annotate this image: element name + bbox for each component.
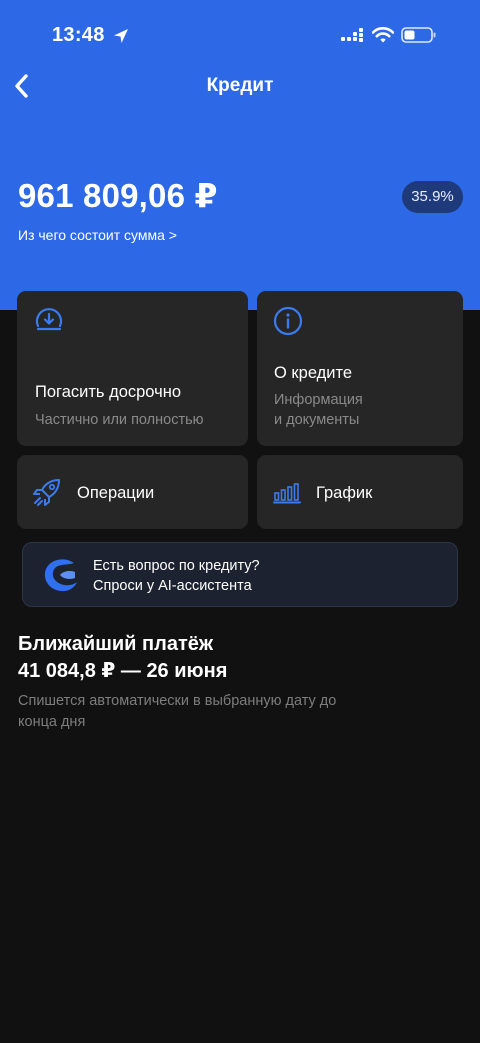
- battery-icon: [401, 27, 436, 43]
- cellular-signal-icon: [341, 28, 363, 42]
- repay-early-card[interactable]: Погасить досрочно Частично или полностью: [17, 291, 248, 446]
- interest-rate-badge: 35.9%: [402, 181, 463, 213]
- about-credit-subtitle-line1: Информация: [274, 392, 363, 408]
- bar-chart-icon: [273, 483, 301, 504]
- about-credit-subtitle-line2: и документы: [274, 412, 360, 428]
- amount-breakdown-link[interactable]: Из чего состоит сумма >: [18, 227, 177, 243]
- assistant-cta: Спроси у AI-ассистента: [93, 578, 252, 594]
- schedule-title: График: [316, 484, 373, 502]
- repay-early-title: Погасить досрочно: [35, 383, 182, 401]
- next-payment-note: Спишется автоматически в выбранную дату …: [18, 693, 337, 730]
- operations-title: Операции: [77, 484, 155, 502]
- status-bar: 13:48: [0, 0, 480, 70]
- rocket-icon: [33, 479, 60, 506]
- page-title: Кредит: [206, 75, 274, 96]
- nav-bar: Кредит: [0, 68, 480, 104]
- schedule-card[interactable]: График: [257, 455, 463, 529]
- debt-amount: 961 809,06 ₽: [18, 177, 218, 214]
- about-credit-card[interactable]: О кредите Информация и документы: [257, 291, 463, 446]
- assistant-logo-icon: [44, 559, 77, 592]
- repay-early-subtitle: Частично или полностью: [35, 412, 204, 428]
- wifi-icon: [372, 27, 394, 43]
- assistant-question: Есть вопрос по кредиту?: [93, 558, 260, 574]
- info-circle-icon: [273, 306, 303, 336]
- next-payment-amount: 41 084,8 ₽ — 26 июня: [18, 660, 228, 682]
- ai-assistant-banner[interactable]: Есть вопрос по кредиту? Спроси у AI-асси…: [22, 542, 458, 607]
- operations-card[interactable]: Операции: [17, 455, 248, 529]
- about-credit-title: О кредите: [274, 364, 353, 382]
- next-payment-title: Ближайший платёж: [18, 633, 214, 655]
- download-circle-icon: [35, 308, 63, 331]
- status-time: 13:48: [52, 24, 105, 46]
- location-arrow-icon: [114, 29, 128, 43]
